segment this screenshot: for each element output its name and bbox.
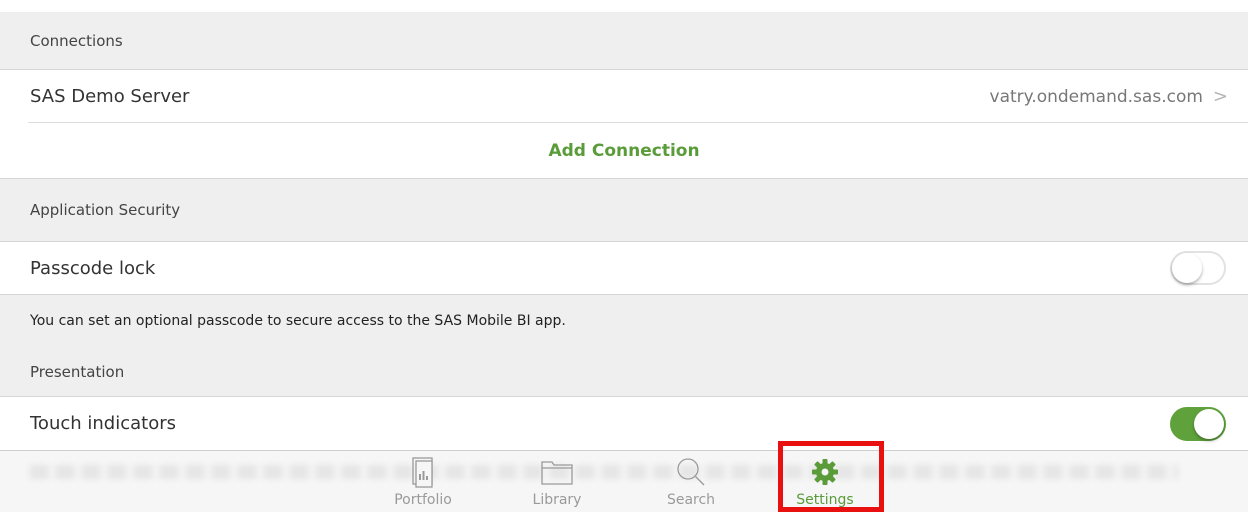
touch-indicators-toggle[interactable] (1170, 406, 1226, 441)
folder-icon (540, 456, 574, 488)
add-connection-button[interactable]: Add Connection (0, 123, 1248, 179)
top-spacer (0, 0, 1248, 12)
tab-bar: Portfolio Library Search Settings (0, 450, 1248, 512)
chevron-right-icon: > (1212, 86, 1228, 107)
touch-indicators-row: Touch indicators (0, 397, 1248, 450)
section-title: Connections (30, 31, 123, 50)
tab-portfolio[interactable]: Portfolio (356, 451, 490, 512)
passcode-lock-label: Passcode lock (30, 257, 156, 279)
tab-label: Search (666, 492, 716, 508)
connection-row-sas-demo-server[interactable]: SAS Demo Server vatry.ondemand.sas.com > (0, 70, 1248, 123)
tab-label: Portfolio (394, 492, 452, 508)
connection-name: SAS Demo Server (30, 86, 190, 107)
touch-indicators-label: Touch indicators (30, 413, 176, 434)
section-header-application-security: Application Security (0, 179, 1248, 242)
passcode-note: You can set an optional passcode to secu… (0, 295, 1248, 347)
passcode-lock-toggle[interactable] (1170, 251, 1226, 285)
section-header-presentation: Presentation (0, 347, 1248, 397)
gear-icon (810, 456, 840, 488)
toggle-knob (1194, 408, 1224, 439)
tab-label: Settings (796, 492, 854, 508)
section-header-connections: Connections (0, 12, 1248, 70)
tab-library[interactable]: Library (490, 451, 624, 512)
tab-search[interactable]: Search (624, 451, 758, 512)
section-title: Application Security (30, 201, 181, 219)
search-icon (675, 456, 707, 488)
section-title: Presentation (30, 362, 125, 381)
tab-label: Library (532, 492, 582, 508)
portfolio-icon (410, 456, 436, 488)
passcode-lock-row: Passcode lock (0, 242, 1248, 295)
tab-settings[interactable]: Settings (758, 451, 892, 512)
toggle-knob (1172, 253, 1202, 283)
connection-host: vatry.ondemand.sas.com (989, 86, 1203, 107)
